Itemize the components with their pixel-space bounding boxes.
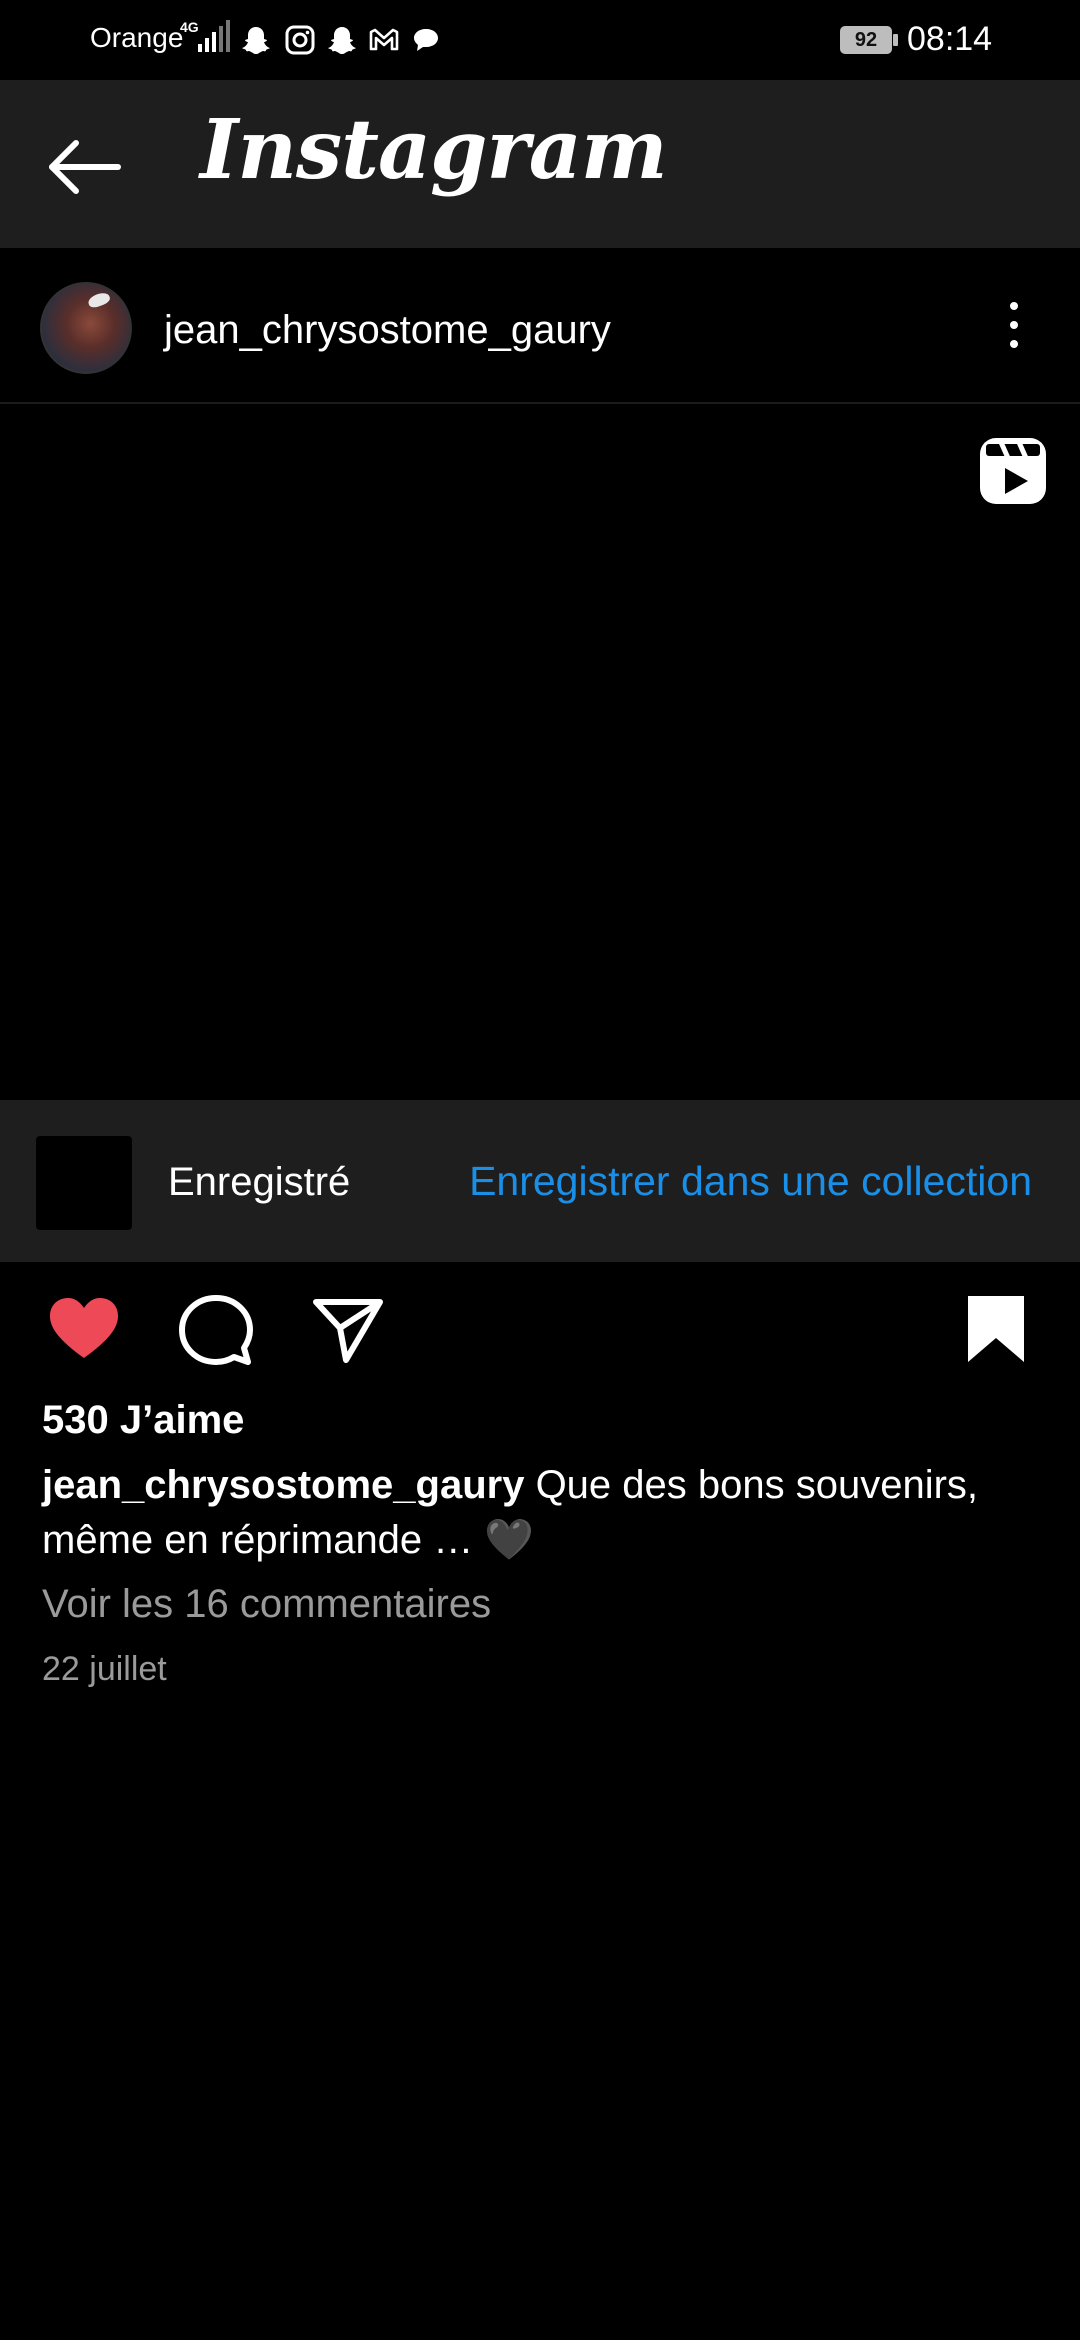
avatar[interactable]: [40, 282, 132, 374]
save-to-collection-link[interactable]: Enregistrer dans une collection: [469, 1158, 1032, 1205]
saved-banner: Enregistré Enregistrer dans une collecti…: [0, 1100, 1080, 1262]
snapchat-icon: [242, 27, 270, 54]
caption-username[interactable]: jean_chrysostome_gaury: [42, 1463, 524, 1507]
comment-icon[interactable]: [178, 1292, 254, 1368]
view-comments-link[interactable]: Voir les 16 commentaires: [42, 1582, 491, 1627]
status-bar: Orange 4G 92 08:14: [0, 0, 1080, 80]
saved-label: Enregistré: [168, 1160, 351, 1204]
heart-icon[interactable]: [46, 1292, 122, 1368]
signal-icon: [198, 20, 230, 52]
post-header: jean_chrysostome_gaury: [0, 248, 1080, 404]
clock: 08:14: [907, 20, 993, 58]
arrow-left-icon[interactable]: [40, 132, 130, 202]
screen: Orange 4G 92 08:14 Instagram jean_chryso…: [0, 0, 1080, 2340]
post-date: 22 juillet: [42, 1650, 167, 1688]
reels-icon: [980, 438, 1046, 504]
post-username[interactable]: jean_chrysostome_gaury: [164, 308, 611, 353]
instagram-logo: Instagram: [200, 102, 668, 198]
snapchat-icon: [328, 27, 356, 54]
share-icon[interactable]: [310, 1292, 386, 1368]
battery-indicator: 92: [840, 26, 892, 54]
bookmark-icon[interactable]: [958, 1292, 1034, 1368]
post-actions: [0, 1262, 1080, 1402]
battery-tip: [893, 34, 898, 46]
app-bar: Instagram: [0, 80, 1080, 248]
instagram-icon: [285, 25, 315, 55]
more-options-icon[interactable]: [998, 302, 1030, 362]
saved-thumbnail: [36, 1136, 132, 1230]
post-media[interactable]: [0, 404, 1080, 1100]
likes-count[interactable]: 530 J’aime: [42, 1398, 244, 1443]
messaging-icon: [414, 29, 438, 51]
carrier-label: Orange: [90, 22, 184, 53]
gmail-icon: [369, 28, 399, 51]
post-caption: jean_chrysostome_gaury Que des bons souv…: [42, 1458, 1042, 1568]
